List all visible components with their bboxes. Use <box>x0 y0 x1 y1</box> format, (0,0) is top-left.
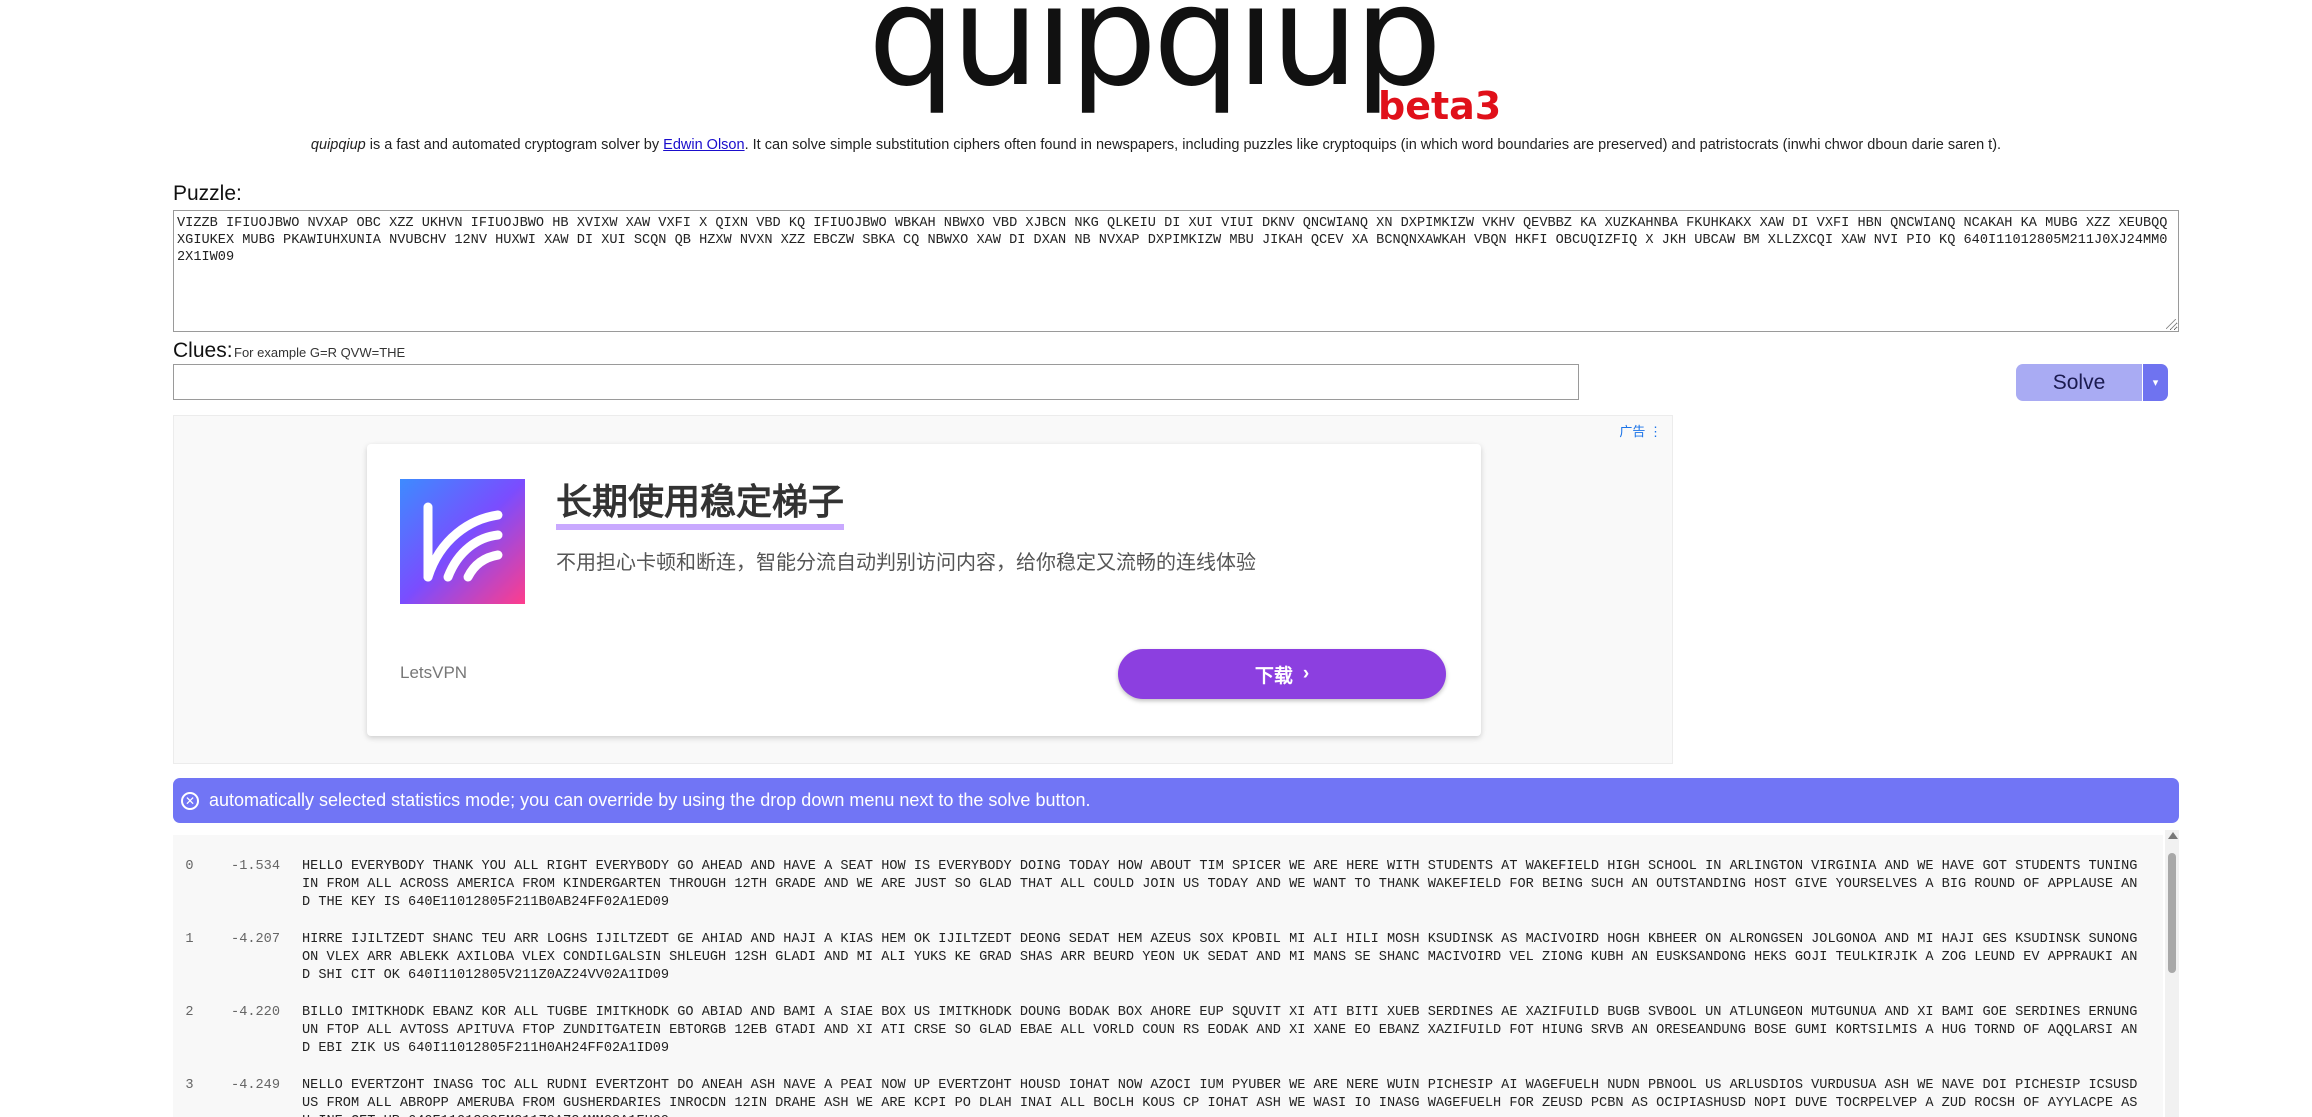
scroll-thumb[interactable] <box>2168 853 2176 973</box>
result-index: 2 <box>185 1005 194 1020</box>
tagline: quipqiup is a fast and automated cryptog… <box>0 137 2312 153</box>
solve-button[interactable]: Solve <box>2016 364 2142 401</box>
more-options-icon: ⋮ <box>1649 424 1662 439</box>
ad-logo-image <box>400 479 525 604</box>
result-text: HIRRE IJILTZEDT SHANC TEU ARR LOGHS IJIL… <box>302 932 2138 983</box>
ad-download-label: 下载 <box>1254 665 1293 687</box>
result-index: 1 <box>185 932 194 947</box>
results-list: 0 -1.534 HELLO EVERYBODY THANK YOU ALL R… <box>173 835 2163 1117</box>
result-score: -1.534 <box>231 859 280 874</box>
puzzle-label: Puzzle: <box>173 182 242 205</box>
beta-badge: beta3 <box>1378 84 1502 128</box>
ad-container: 广告 ⋮ 长期使用稳定梯子 不用担心卡顿和断连，智能分流自动判别访问内容，给你稳… <box>173 415 1673 764</box>
result-score: -4.249 <box>231 1078 280 1093</box>
ad-card[interactable]: 长期使用稳定梯子 不用担心卡顿和断连，智能分流自动判别访问内容，给你稳定又流畅的… <box>367 444 1481 736</box>
result-text: BILLO IMITKHODK EBANZ KOR ALL TUGBE IMIT… <box>302 1005 2138 1056</box>
result-score: -4.207 <box>231 932 280 947</box>
result-row[interactable]: 0 -1.534 HELLO EVERYBODY THANK YOU ALL R… <box>173 835 2163 910</box>
header: quipqiup beta3 <box>0 0 2312 135</box>
clues-hint: For example G=R QVW=THE <box>234 345 406 360</box>
chevron-down-icon: ▾ <box>2152 377 2159 389</box>
result-score: -4.220 <box>231 1005 280 1020</box>
status-notice: ✕ automatically selected statistics mode… <box>173 778 2179 823</box>
ad-description: 不用担心卡顿和断连，智能分流自动判别访问内容，给你稳定又流畅的连线体验 <box>556 552 1256 574</box>
resize-grip-icon <box>2166 319 2176 329</box>
solve-mode-dropdown[interactable]: ▾ <box>2143 364 2168 401</box>
result-text: NELLO EVERTZOHT INASG TOC ALL RUDNI EVER… <box>302 1078 2138 1117</box>
ad-brand: LetsVPN <box>400 663 468 682</box>
result-row[interactable]: 2 -4.220 BILLO IMITKHODK EBANZ KOR ALL T… <box>173 981 2163 1056</box>
result-text: HELLO EVERYBODY THANK YOU ALL RIGHT EVER… <box>302 859 2138 910</box>
scroll-up-icon[interactable] <box>2168 832 2178 839</box>
result-row[interactable]: 3 -4.249 NELLO EVERTZOHT INASG TOC ALL R… <box>173 1054 2163 1117</box>
puzzle-textarea[interactable]: VIZZB IFIUOJBWO NVXAP OBC XZZ UKHVN IFIU… <box>173 210 2179 332</box>
result-index: 0 <box>185 859 194 874</box>
ad-label-text: 广告 <box>1619 424 1646 439</box>
tagline-text-2: . It can solve simple substitution ciphe… <box>744 137 2002 153</box>
close-circle-icon[interactable]: ✕ <box>181 791 199 810</box>
letsvpn-logo-icon <box>423 502 503 582</box>
chevron-right-icon: › <box>1302 663 1310 684</box>
clues-label: Clues: <box>173 339 233 362</box>
clues-input[interactable] <box>173 364 1579 400</box>
notice-text: automatically selected statistics mode; … <box>209 790 1091 810</box>
resize-handle[interactable] <box>2166 319 2177 330</box>
result-index: 3 <box>185 1078 194 1093</box>
ad-label[interactable]: 广告 ⋮ <box>1619 421 1662 440</box>
ad-title: 长期使用稳定梯子 <box>556 480 845 530</box>
site-logo: quipqiup <box>868 0 1442 117</box>
tagline-app-name: quipqiup <box>310 137 366 153</box>
results-scrollbar[interactable] <box>2165 830 2179 1117</box>
author-link[interactable]: Edwin Olson <box>663 137 744 153</box>
ad-download-button[interactable]: 下载 › <box>1118 649 1446 699</box>
tagline-text-1: is a fast and automated cryptogram solve… <box>365 137 664 153</box>
result-row[interactable]: 1 -4.207 HIRRE IJILTZEDT SHANC TEU ARR L… <box>173 908 2163 983</box>
